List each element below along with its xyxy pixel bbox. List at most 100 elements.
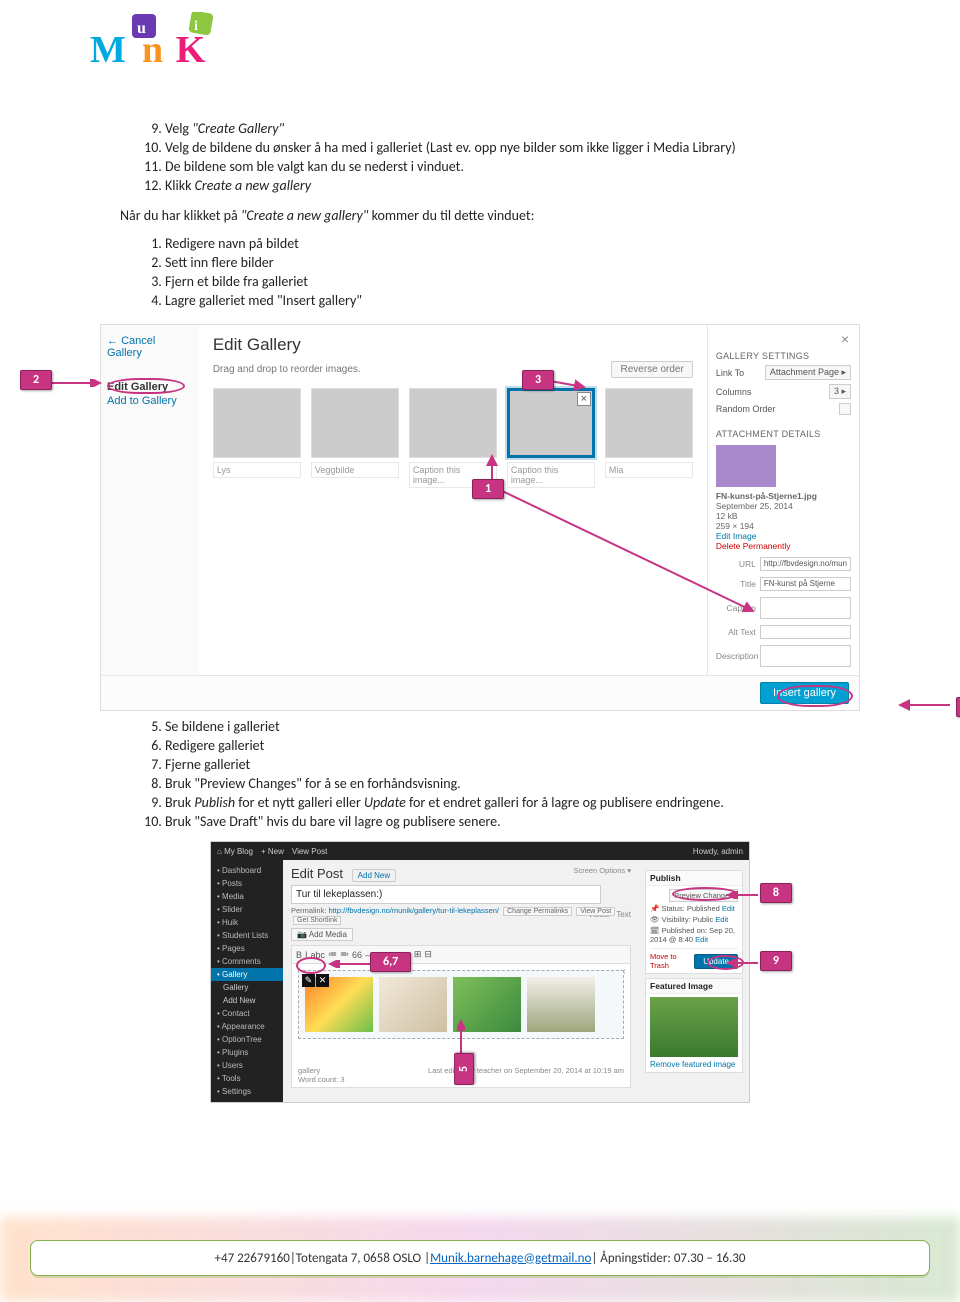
sidebar-item[interactable]: • Settings: [211, 1085, 283, 1098]
add-new-button[interactable]: Add New: [352, 869, 396, 882]
sidebar-item[interactable]: • Student Lists: [211, 929, 283, 942]
toolbar-button[interactable]: ⊞: [414, 949, 422, 960]
sidebar-item[interactable]: • OptionTree: [211, 1033, 283, 1046]
callout-6-7: 6,7: [370, 952, 411, 972]
attachment-thumbnail: [716, 445, 776, 487]
gallery-thumb: [379, 977, 447, 1032]
sidebar-item[interactable]: • Appearance: [211, 1020, 283, 1033]
svg-text:MuniK: MuniK: [90, 29, 206, 71]
sidebar-item[interactable]: • Posts: [211, 877, 283, 890]
sidebar-item[interactable]: Gallery: [211, 981, 283, 994]
sidebar-item[interactable]: • Contact: [211, 1007, 283, 1020]
ordered-list-b: Redigere navn på bildetSett inn flere bi…: [165, 234, 890, 310]
thumb-caption-input[interactable]: Mia: [605, 462, 693, 478]
list-item: Redigere navn på bildet: [165, 234, 890, 253]
columns-select[interactable]: 3 ▸: [829, 384, 851, 399]
link-to-select[interactable]: Attachment Page ▸: [765, 365, 851, 380]
title-input[interactable]: FN-kunst på Stjerne: [760, 577, 851, 591]
change-permalinks-button[interactable]: Change Permalinks: [503, 907, 572, 916]
list-item: Velg de bildene du ønsker å ha med i gal…: [165, 138, 890, 157]
gallery-thumb[interactable]: Caption this image...: [507, 388, 595, 488]
paragraph-intro: Når du har klikket på "Create a new gall…: [120, 207, 890, 224]
sidebar-item[interactable]: • Dashboard: [211, 864, 283, 877]
sidebar-item[interactable]: • Huik: [211, 916, 283, 929]
text-tab[interactable]: Text: [616, 910, 631, 919]
attachment-details-heading: ATTACHMENT DETAILS: [716, 429, 851, 439]
munik-logo: MuniK u i: [90, 0, 890, 84]
screenshot-edit-post: ⌂ My Blog + New View Post Howdy, admin •…: [210, 841, 750, 1103]
alt-text-input[interactable]: [760, 625, 851, 639]
random-order-checkbox[interactable]: [839, 403, 851, 415]
svg-text:i: i: [194, 19, 198, 34]
list-item: De bildene som ble valgt kan du se neder…: [165, 157, 890, 176]
featured-image-metabox: Featured Image Remove featured image: [645, 978, 743, 1073]
gallery-settings-heading: GALLERY SETTINGS: [716, 351, 851, 361]
cancel-gallery-link[interactable]: Cancel Gallery: [107, 335, 193, 359]
featured-image-preview[interactable]: [650, 997, 738, 1057]
gallery-block-controls[interactable]: ✎✕: [302, 974, 329, 987]
list-item: Klikk Create a new gallery: [165, 176, 890, 195]
list-item: Bruk "Preview Changes" for å se en forhå…: [165, 774, 890, 793]
remove-featured-image-link[interactable]: Remove featured image: [650, 1060, 738, 1069]
caption-input[interactable]: [760, 597, 851, 619]
screen-options-toggle[interactable]: Screen Options ▾: [573, 866, 631, 875]
highlight-gallery-controls: [296, 957, 326, 974]
callout-2: 2: [20, 370, 52, 390]
description-input[interactable]: [760, 645, 851, 667]
sidebar-item[interactable]: • Gallery: [211, 968, 283, 981]
page-footer: +47 22679160 |Totengata 7, 0658 OSLO | M…: [30, 1240, 930, 1276]
sidebar-item[interactable]: • Plugins: [211, 1046, 283, 1059]
close-icon[interactable]: ×: [841, 331, 849, 347]
alt-text-label: Alt Text: [716, 627, 756, 637]
columns-label: Columns: [716, 387, 752, 397]
list-item: Lagre galleriet med "Insert gallery": [165, 291, 890, 310]
sidebar-item[interactable]: • Tools: [211, 1072, 283, 1085]
callout-4: 4: [956, 697, 960, 717]
permalink-row: Permalink: http://fbvdesign.no/munik/gal…: [291, 906, 631, 924]
toolbar-button[interactable]: ≔: [328, 949, 337, 960]
svg-text:u: u: [137, 20, 146, 37]
gallery-thumb[interactable]: Veggbilde: [311, 388, 399, 488]
toolbar-button[interactable]: ⊟: [424, 949, 432, 960]
sidebar-add-to-gallery[interactable]: Add to Gallery: [107, 395, 193, 407]
wp-admin-bar: ⌂ My Blog + New View Post Howdy, admin: [211, 842, 749, 860]
callout-9: 9: [760, 951, 792, 971]
get-shortlink-button[interactable]: Get Shortlink: [293, 916, 341, 925]
sidebar-item[interactable]: Add New: [211, 994, 283, 1007]
thumb-caption-input[interactable]: Caption this image...: [507, 462, 595, 488]
callout-8: 8: [760, 883, 792, 903]
sidebar-item[interactable]: • Slider: [211, 903, 283, 916]
link-to-label: Link To: [716, 368, 744, 378]
sidebar-item[interactable]: • Comments: [211, 955, 283, 968]
toolbar-button[interactable]: ≕: [340, 949, 349, 960]
post-title-input[interactable]: Tur til lekeplassen:): [291, 885, 601, 904]
url-input[interactable]: http://fbvdesign.no/mun: [760, 557, 851, 571]
gallery-thumb[interactable]: Mia: [605, 388, 693, 488]
sidebar-item[interactable]: • Pages: [211, 942, 283, 955]
gallery-thumb[interactable]: Lys: [213, 388, 301, 488]
status-edit-link[interactable]: Edit: [722, 904, 735, 913]
move-to-trash-link[interactable]: Move to Trash: [650, 952, 694, 970]
footer-email-link[interactable]: Munik.barnehage@getmail.no: [430, 1251, 591, 1266]
thumb-caption-input[interactable]: Lys: [213, 462, 301, 478]
view-post-button[interactable]: View Post: [576, 907, 615, 916]
random-order-label: Random Order: [716, 404, 776, 414]
list-item: Redigere galleriet: [165, 736, 890, 755]
callout-3: 3: [522, 370, 554, 390]
list-item: Fjerne galleriet: [165, 755, 890, 774]
list-item: Fjern et bilde fra galleriet: [165, 272, 890, 291]
list-item: Velg "Create Gallery": [165, 119, 890, 138]
sidebar-item[interactable]: • Media: [211, 890, 283, 903]
add-media-button[interactable]: 📷 Add Media: [291, 928, 353, 941]
wp-admin-sidebar: • Dashboard• Posts• Media• Slider• Huik•…: [211, 860, 283, 1102]
toolbar-button[interactable]: 66: [352, 950, 362, 960]
visibility-edit-link[interactable]: Edit: [715, 915, 728, 924]
thumb-caption-input[interactable]: Veggbilde: [311, 462, 399, 478]
ordered-list-c: Se bildene i gallerietRedigere galleriet…: [165, 717, 890, 831]
publish-date-edit-link[interactable]: Edit: [695, 935, 708, 944]
sidebar-item[interactable]: • Users: [211, 1059, 283, 1072]
reverse-order-button[interactable]: Reverse order: [611, 361, 692, 378]
callout-5: 5: [454, 1053, 474, 1085]
reorder-hint: Drag and drop to reorder images.: [213, 364, 361, 375]
list-item: Bruk Publish for et nytt galleri eller U…: [165, 793, 890, 812]
